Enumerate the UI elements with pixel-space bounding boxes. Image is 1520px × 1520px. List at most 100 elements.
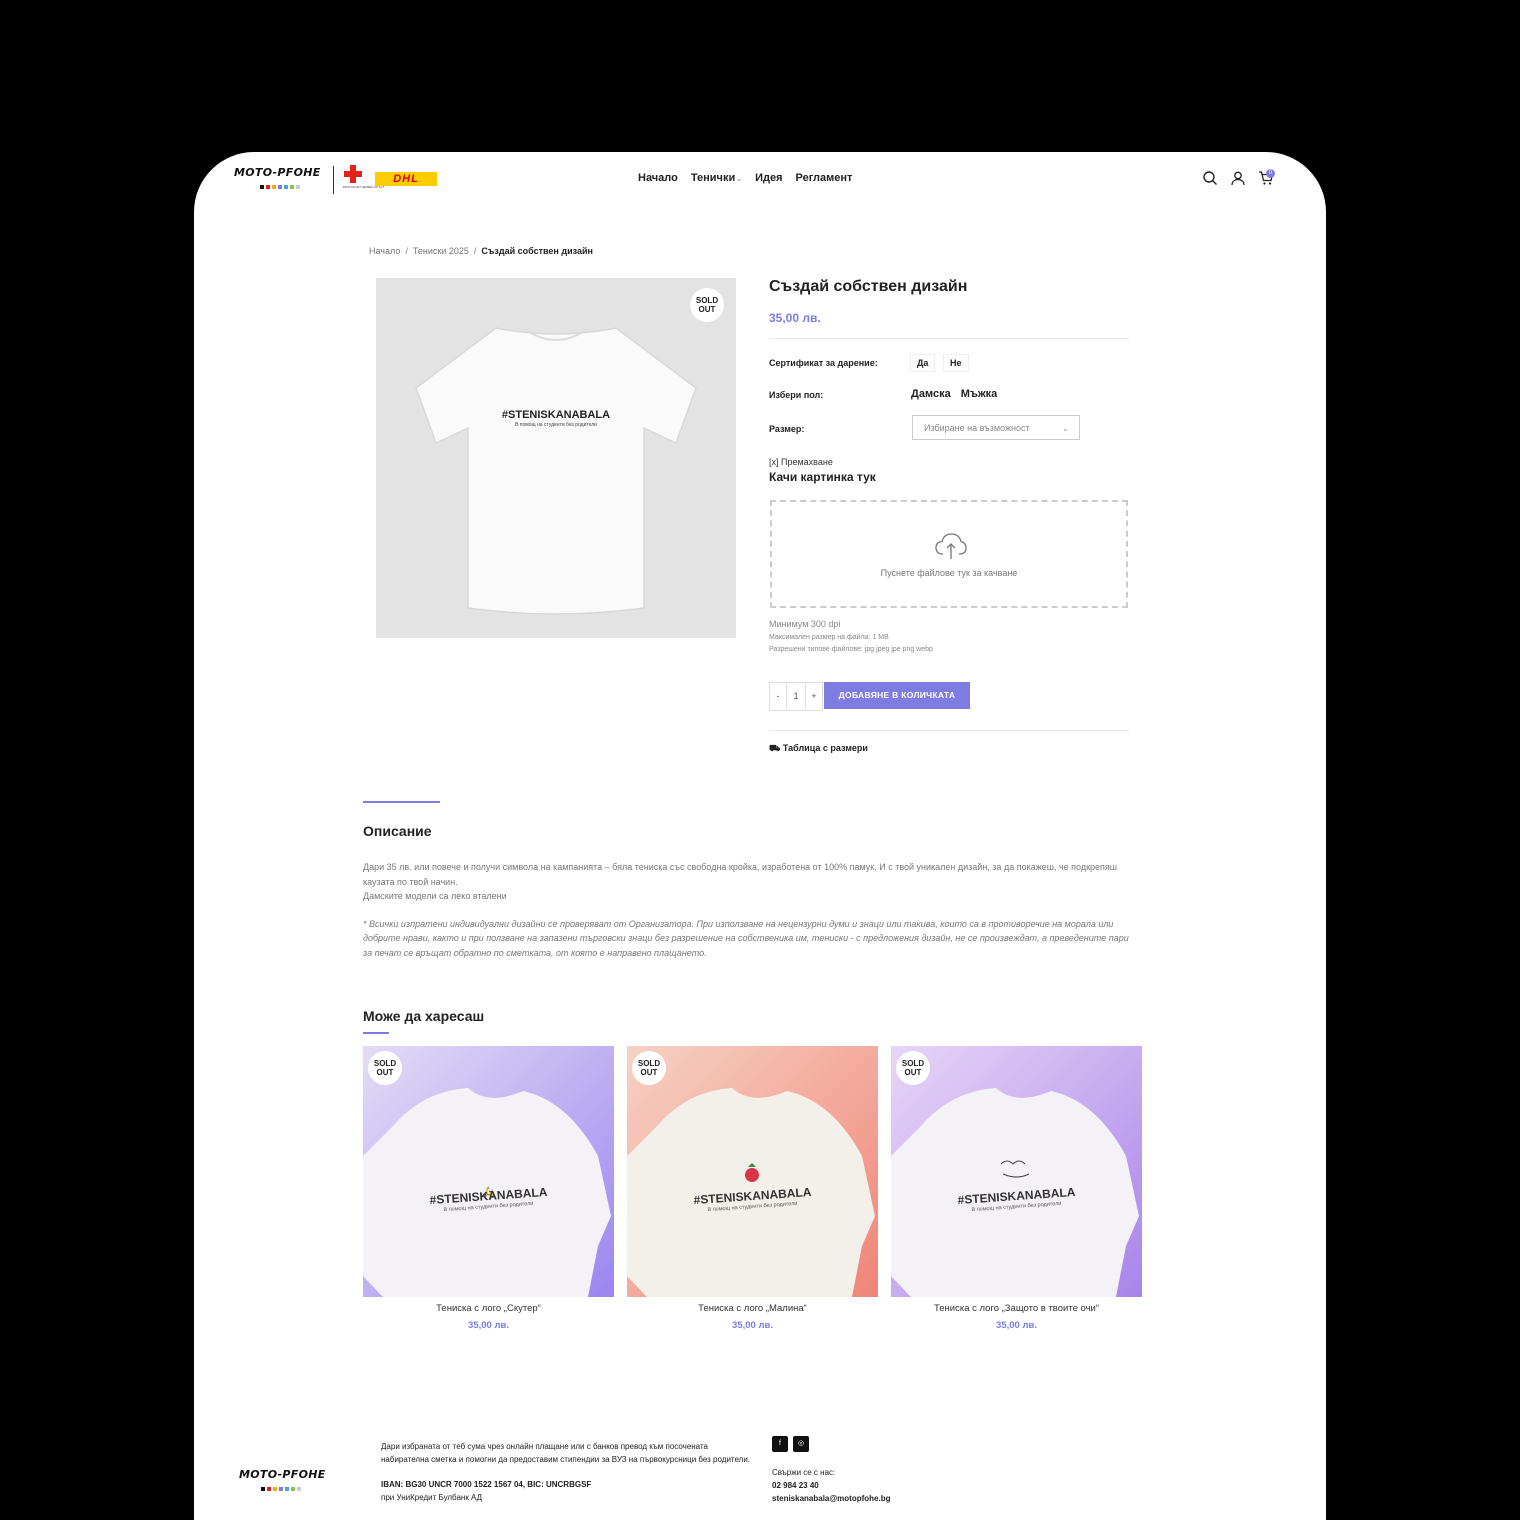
nav-home[interactable]: Начало — [638, 172, 678, 184]
size-select[interactable]: Избиране на възможност ⌄ — [912, 415, 1080, 440]
divider — [769, 338, 1129, 339]
tshirt-illustration — [415, 327, 697, 615]
header-icons — [1202, 170, 1274, 186]
related-product-image[interactable]: 🛵 #STENISKANABALA В помощ на студенти бе… — [363, 1046, 614, 1297]
tshirt-photo — [627, 1046, 878, 1297]
size-select-value: Избиране на възможност — [924, 423, 1030, 433]
main-nav: Начало Тенички⌄ Идея Регламент — [638, 172, 852, 184]
quantity-stepper: - 1 + — [769, 682, 823, 711]
sold-out-badge: SOLD OUT — [896, 1051, 930, 1085]
description-body: Дари 35 лв. или повече и получи символа … — [363, 860, 1133, 960]
gender-female[interactable]: Дамска — [911, 388, 951, 400]
instagram-icon[interactable]: ◎ — [793, 1436, 809, 1452]
certificate-yes[interactable]: Да — [910, 354, 936, 372]
hint-dpi: Минимум 300 dpi — [769, 619, 841, 629]
chevron-down-icon: ⌄ — [1062, 424, 1069, 433]
description-title[interactable]: Описание — [363, 823, 432, 839]
related-product-name[interactable]: Тениска с лого „Скутер“ — [363, 1303, 614, 1314]
related-product-price: 35,00 лв. — [732, 1320, 773, 1331]
dhl-logo: DHL — [375, 172, 437, 186]
breadcrumb-category[interactable]: Тениски 2025 — [413, 246, 469, 256]
contact-phone[interactable]: 02 984 23 40 — [772, 1479, 890, 1492]
shirt-print: #STENISKANABALA — [501, 409, 611, 421]
breadcrumb-separator: / — [473, 246, 477, 256]
breadcrumb: Начало / Тениски 2025 / Създай собствен ди… — [369, 246, 593, 256]
facebook-icon[interactable]: f — [772, 1436, 788, 1452]
footer-logo[interactable]: MOTO-PFOHE — [239, 1468, 326, 1491]
badge-line: OUT — [376, 1068, 394, 1077]
hint-file-types: Разрешени типове файлове: jpg jpeg jpe p… — [769, 646, 933, 653]
footer-contact: Свържи се с нас: 02 984 23 40 steniskana… — [772, 1466, 890, 1505]
description-paragraph: Дари 35 лв. или повече и получи символа … — [363, 862, 1118, 887]
related-product-image[interactable]: #STENISKANABALA В помощ на студенти без … — [891, 1046, 1142, 1297]
qty-plus-button[interactable]: + — [806, 683, 822, 710]
badge-line: SOLD — [901, 1059, 925, 1068]
upload-title: Качи картинка тук — [769, 470, 876, 484]
badge-line: SOLD — [373, 1059, 397, 1068]
social-links: f ◎ — [772, 1436, 809, 1452]
footer-text: Дари избраната от теб сума чрез онлайн п… — [381, 1441, 751, 1504]
tshirt-photo: 🛵 — [363, 1046, 614, 1297]
certificate-no[interactable]: Не — [943, 354, 969, 372]
chevron-down-icon: ⌄ — [736, 176, 743, 183]
remove-link[interactable]: [x] Премахване — [769, 457, 833, 467]
divider — [769, 730, 1129, 731]
search-icon[interactable] — [1202, 170, 1218, 186]
badge-line: OUT — [640, 1068, 658, 1077]
gender-male[interactable]: Мъжка — [961, 388, 998, 400]
nav-rules[interactable]: Регламент — [796, 172, 853, 184]
file-dropzone[interactable]: Пуснете файлове тук за качване — [770, 500, 1128, 608]
logo-text: MOTO-PFOHE — [234, 166, 321, 179]
product-price: 35,00 лв. — [769, 311, 821, 325]
product-title: Създай собствен дизайн — [769, 278, 968, 295]
badge-line: OUT — [698, 305, 716, 314]
size-table-label: Таблица с размери — [782, 743, 868, 753]
sold-out-badge: SOLD OUT — [368, 1051, 402, 1085]
size-table-link[interactable]: ⛟ Таблица с размери — [769, 743, 868, 755]
nav-tshirts[interactable]: Тенички⌄ — [691, 172, 742, 184]
footer-paragraph: Дари избраната от теб сума чрез онлайн п… — [381, 1442, 751, 1464]
related-title-underline — [363, 1032, 389, 1034]
qty-input[interactable]: 1 — [786, 683, 806, 710]
related-product-image[interactable]: #STENISKANABALA В помощ на студенти без … — [627, 1046, 878, 1297]
sold-out-badge: SOLD OUT — [690, 288, 724, 322]
product-image[interactable]: #STENISKANABALA В помощ на студенти без … — [376, 278, 736, 638]
site-logo[interactable]: MOTO-PFOHE — [234, 166, 324, 189]
gender-options: Дамска Мъжка — [911, 388, 997, 400]
hint-max-size: Максимален размер на файла: 1 MB — [769, 634, 889, 641]
cart-count-badge: 0 — [1266, 169, 1275, 178]
badge-line: SOLD — [637, 1059, 661, 1068]
breadcrumb-separator: / — [405, 246, 408, 256]
related-product-name[interactable]: Тениска с лого „Защото в твоите очи“ — [891, 1303, 1142, 1314]
logo-separator — [333, 166, 334, 194]
related-product-name[interactable]: Тениска с лого „Малина“ — [627, 1303, 878, 1314]
footer-iban: IBAN: BG30 UNCR 7000 1522 1567 04, BIC: … — [381, 1480, 592, 1489]
related-product-card[interactable]: 🛵 #STENISKANABALA В помощ на студенти бе… — [363, 1046, 614, 1331]
qty-minus-button[interactable]: - — [770, 683, 786, 710]
logo-color-dots — [260, 185, 324, 189]
related-title: Може да харесаш — [363, 1008, 485, 1024]
add-to-cart-button[interactable]: ДОБАВЯНЕ В КОЛИЧКАТА — [824, 682, 970, 709]
gender-label: Избери пол: — [769, 390, 824, 400]
description-paragraph: Дамските модели са леко вталени — [363, 891, 507, 901]
description-note: * Всички изпратени индивидуални дизайни … — [363, 918, 1129, 958]
dropzone-text: Пуснете файлове тук за качване — [880, 568, 1018, 578]
description-tab-indicator — [363, 801, 440, 803]
related-product-price: 35,00 лв. — [468, 1320, 509, 1331]
nav-idea[interactable]: Идея — [755, 172, 782, 184]
badge-line: SOLD — [695, 296, 719, 305]
contact-label: Свържи се с нас: — [772, 1468, 836, 1477]
breadcrumb-current: Създай собствен дизайн — [481, 246, 593, 256]
related-product-card[interactable]: #STENISKANABALA В помощ на студенти без … — [891, 1046, 1142, 1331]
related-product-card[interactable]: #STENISKANABALA В помощ на студенти без … — [627, 1046, 878, 1331]
user-icon[interactable] — [1230, 170, 1246, 186]
footer-logo-text: MOTO-PFOHE — [239, 1468, 326, 1481]
breadcrumb-home[interactable]: Начало — [369, 246, 400, 256]
size-table-icon: ⛟ — [769, 743, 781, 753]
logo-color-dots — [261, 1487, 326, 1491]
contact-email[interactable]: steniskanabala@motopfohe.bg — [772, 1492, 890, 1505]
sold-out-badge: SOLD OUT — [632, 1051, 666, 1085]
badge-line: OUT — [904, 1068, 922, 1077]
certificate-label: Сертификат за дарение: — [769, 358, 878, 368]
nav-tshirts-label: Тенички — [690, 172, 736, 184]
